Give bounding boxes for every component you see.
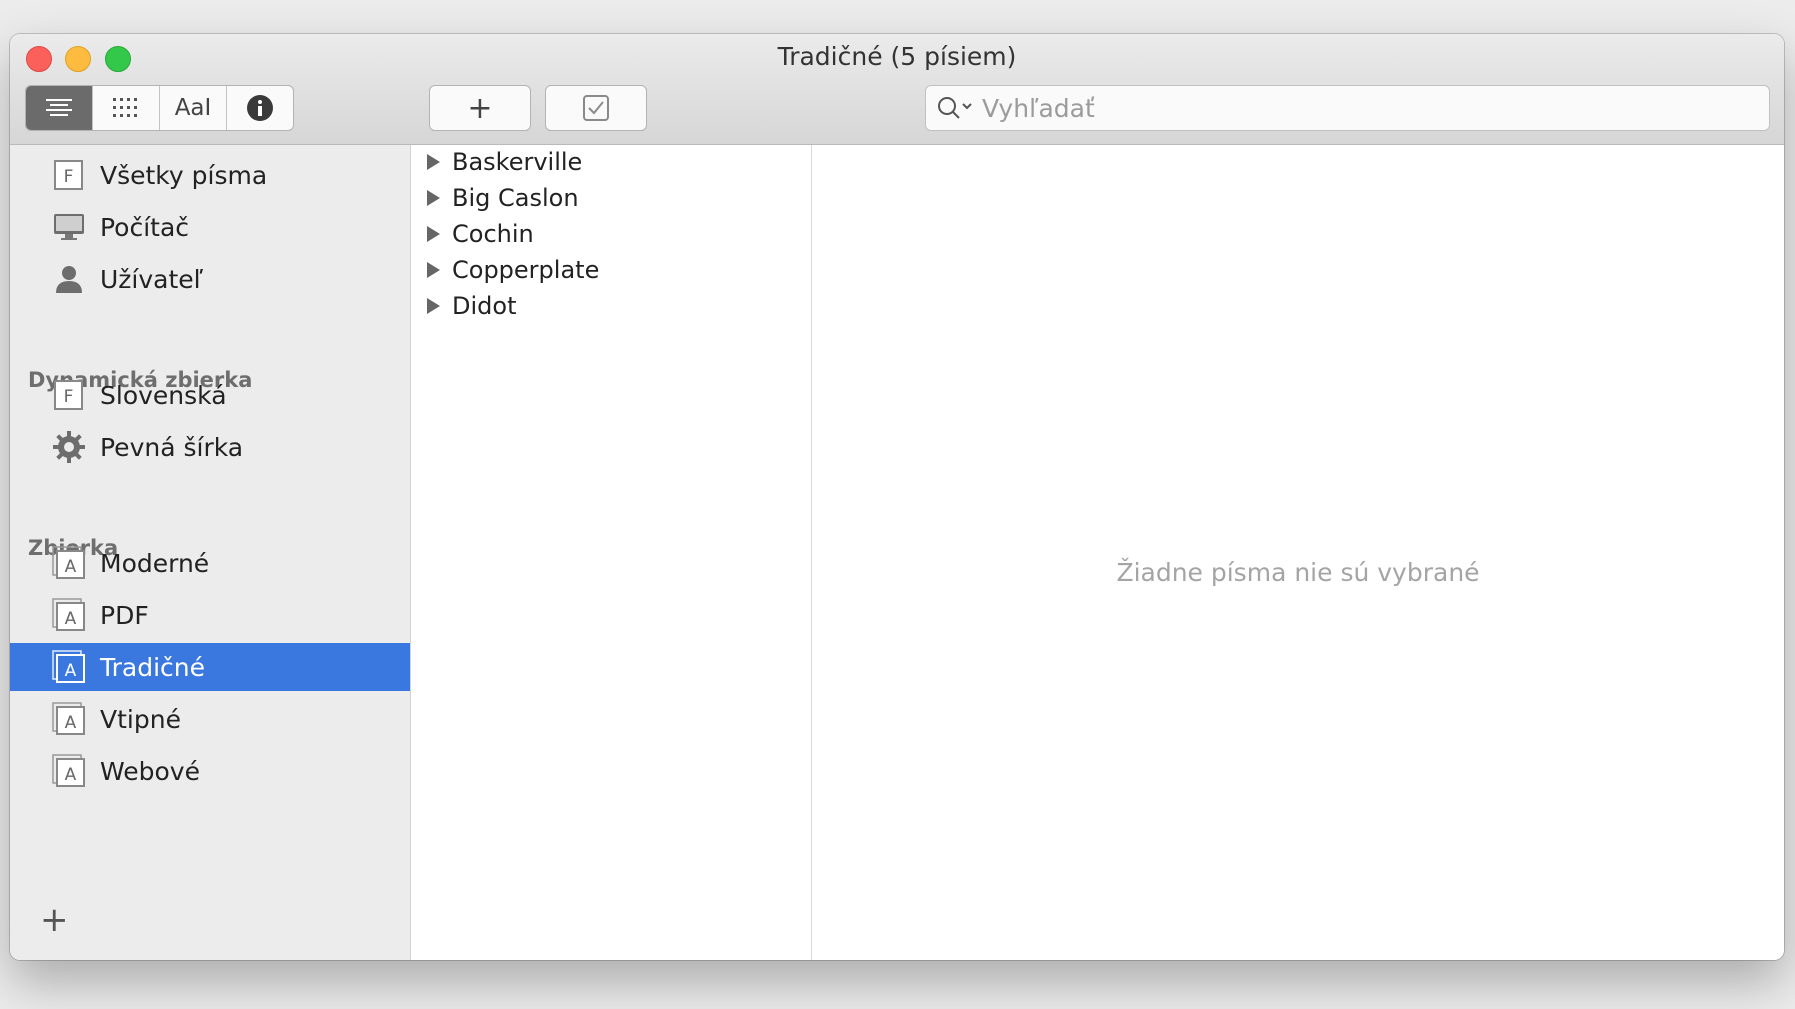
disclosure-triangle-icon[interactable] <box>427 298 440 314</box>
font-family-name: Big Caslon <box>452 184 579 212</box>
sidebar-item-label: Počítač <box>100 212 190 242</box>
sidebar-item-pdf[interactable]: A PDF <box>10 591 410 639</box>
user-icon <box>56 266 82 293</box>
collection-icon: A <box>52 598 85 631</box>
font-family-row[interactable]: Copperplate <box>411 253 811 287</box>
sidebar-item-tradicne[interactable]: A Tradičné <box>10 643 410 691</box>
sample-view-button[interactable]: AaI <box>160 86 227 130</box>
collection-icon: A <box>52 754 85 787</box>
svg-text:A: A <box>65 557 77 577</box>
font-family-row[interactable]: Baskerville <box>411 145 811 179</box>
sidebar-item-vtipne[interactable]: A Vtipné <box>10 695 410 743</box>
sidebar-item-webove[interactable]: A Webové <box>10 747 410 795</box>
empty-preview-message: Žiadne písma nie sú vybrané <box>1116 558 1480 587</box>
sidebar-item-label: Moderné <box>100 548 210 578</box>
grid-dots-icon <box>113 98 137 117</box>
disclosure-triangle-icon[interactable] <box>427 262 440 278</box>
sidebar-item-label: Všetky písma <box>100 160 268 190</box>
plus-icon: + <box>467 90 493 126</box>
svg-text:A: A <box>65 661 77 681</box>
sidebar-item-all-fonts[interactable]: F Všetky písma <box>10 151 410 199</box>
sidebar-item-label: Tradičné <box>100 652 205 682</box>
collection-icon: A <box>52 546 85 579</box>
sidebar-item-label: Slovenská <box>100 380 227 410</box>
preview-pane: Žiadne písma nie sú vybrané <box>812 145 1784 960</box>
sidebar: F Všetky písma Počítač Užívateľ Dynamick… <box>10 145 411 960</box>
svg-text:F: F <box>64 167 74 187</box>
grid-view-button[interactable] <box>93 86 160 130</box>
sidebar-item-label: Vtipné <box>100 704 181 734</box>
search-input[interactable] <box>980 92 1744 124</box>
search-field[interactable] <box>925 85 1770 131</box>
font-family-row[interactable]: Big Caslon <box>411 181 811 215</box>
disclosure-triangle-icon[interactable] <box>427 190 440 206</box>
info-view-button[interactable] <box>227 86 293 130</box>
add-collection-button[interactable]: + <box>40 900 69 940</box>
font-family-name: Didot <box>452 292 517 320</box>
font-book-window: Tradičné (5 písiem) AaI + Vyhľadať F Vše… <box>10 34 1784 960</box>
font-family-name: Cochin <box>452 220 534 248</box>
computer-icon <box>54 214 84 240</box>
font-family-name: Copperplate <box>452 256 600 284</box>
toolbar: Tradičné (5 písiem) AaI + Vyhľadať <box>10 34 1784 145</box>
add-font-button[interactable]: + <box>429 85 531 131</box>
svg-text:A: A <box>65 713 77 733</box>
svg-text:A: A <box>65 765 77 785</box>
validate-font-button[interactable] <box>545 85 647 131</box>
sample-view-label: AaI <box>174 95 212 121</box>
font-book-icon: F <box>54 160 83 190</box>
info-icon <box>247 95 273 121</box>
collection-icon: A <box>52 702 85 735</box>
svg-text:A: A <box>65 609 77 629</box>
sidebar-item-computer[interactable]: Počítač <box>10 203 410 251</box>
sidebar-item-slovenska[interactable]: F Slovenská <box>10 371 410 419</box>
font-family-row[interactable]: Cochin <box>411 217 811 251</box>
sidebar-item-moderne[interactable]: A Moderné <box>10 539 410 587</box>
font-family-name: Baskerville <box>452 148 583 176</box>
checkbox-icon <box>583 95 609 121</box>
view-mode-control: AaI <box>25 85 294 131</box>
sidebar-item-label: PDF <box>100 600 149 630</box>
search-icon <box>938 97 972 119</box>
list-view-button[interactable] <box>26 86 93 130</box>
sidebar-item-label: Webové <box>100 756 200 786</box>
sidebar-item-label: Pevná šírka <box>100 432 244 462</box>
disclosure-triangle-icon[interactable] <box>427 226 440 242</box>
list-lines-icon <box>46 99 72 116</box>
svg-text:F: F <box>64 387 74 407</box>
font-book-icon: F <box>54 380 83 410</box>
disclosure-triangle-icon[interactable] <box>427 154 440 170</box>
gear-icon <box>53 431 85 463</box>
sidebar-item-user[interactable]: Užívateľ <box>10 255 410 303</box>
window-title: Tradičné (5 písiem) <box>777 42 1017 71</box>
font-family-row[interactable]: Didot <box>411 289 811 323</box>
collection-icon: A <box>52 650 85 683</box>
sidebar-item-label: Užívateľ <box>100 264 204 294</box>
sidebar-item-fixed-width[interactable]: Pevná šírka <box>10 423 410 471</box>
font-list: Baskerville Big Caslon Cochin Copperplat… <box>411 145 812 960</box>
